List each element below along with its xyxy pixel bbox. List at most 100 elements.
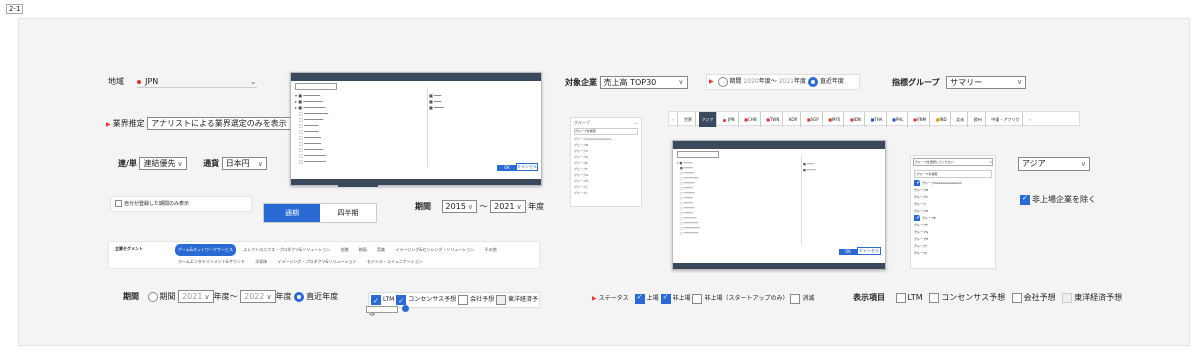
group-option[interactable]: グループAAAAAAAAAAAAA (914, 179, 992, 187)
segment-chip[interactable]: エレクトロニクス・プロダクツ&ソリューション (240, 244, 333, 256)
group-option[interactable]: グループB (914, 187, 992, 194)
tab-vnm[interactable]: ■VNM (910, 112, 931, 127)
tab-world[interactable]: 世界 (681, 112, 696, 127)
to-year-select[interactable]: 2021 ∨ (490, 200, 526, 213)
group-option[interactable]: グループI (914, 243, 992, 250)
status-listed-checkbox[interactable] (634, 293, 645, 304)
tab-twn[interactable]: ■TWN (763, 112, 784, 127)
segment-chip[interactable]: ホームエンタテインメント&サウンド (175, 256, 248, 268)
modal-header (291, 73, 541, 81)
company-forecast-checkbox[interactable] (458, 294, 469, 305)
tab-chn[interactable]: ■CHN (741, 112, 761, 127)
caret-right-icon: ▶ (592, 295, 597, 302)
group-item[interactable]: グループJ (574, 190, 638, 196)
segment-chip[interactable]: ゲーム&ネットワークサービス (175, 244, 236, 256)
display-company-checkbox[interactable] (1011, 292, 1022, 303)
period2-from-select[interactable]: 2021 ∨ (178, 290, 214, 303)
group-option[interactable]: グループG (914, 229, 992, 236)
segment-chip[interactable]: モバイル・コミュニケーション (364, 256, 426, 268)
segment-box: 主要セグメント ゲーム&ネットワークサービス エレクトロニクス・プロダクツ&ソリ… (108, 241, 540, 269)
group-search[interactable]: グループを検索 (574, 128, 638, 135)
group-option[interactable]: グループ (914, 201, 992, 208)
group-option[interactable]: グループH (914, 236, 992, 243)
indicator-label: 指標グループ (892, 78, 940, 87)
modal2-cancel-button[interactable]: キャンセル (857, 247, 881, 255)
group-dropdown-select[interactable]: グループを選択してください ∨ (913, 158, 993, 166)
display-consensus-checkbox[interactable] (929, 292, 940, 303)
group-option[interactable]: グループF (914, 222, 992, 229)
group-dropdown-search[interactable]: ⌕グループを検索 (914, 170, 992, 178)
period3-radio-latest[interactable] (807, 76, 818, 87)
region-value: JPN (145, 77, 159, 86)
region-select-2[interactable]: アジア ∨ (1018, 157, 1090, 171)
exclude-unlisted-checkbox[interactable] (1020, 194, 1030, 205)
info-icon[interactable] (402, 305, 409, 312)
tab-europe[interactable]: 欧州 (971, 112, 986, 127)
segment-chips: ゲーム&ネットワークサービス エレクトロニクス・プロダクツ&ソリューション 金融… (175, 244, 535, 268)
group-option[interactable]: グループC (914, 194, 992, 201)
period3-to[interactable]: 2021 (779, 78, 794, 85)
industry-filter: ▶業界推定 アナリストによる業界選定のみを表示∨ (106, 117, 306, 130)
tab-mea[interactable]: 中東・アフリカ (988, 112, 1024, 127)
segment-chip[interactable]: 音楽 (374, 244, 388, 256)
segment-chip[interactable]: イメージング・プロダクツ&ソリューション (274, 256, 359, 268)
display-ltm-checkbox[interactable] (895, 292, 906, 303)
only-mine-checkbox[interactable] (115, 200, 122, 207)
segment-chip[interactable]: 金融 (337, 244, 351, 256)
group-option[interactable]: グループJ (914, 250, 992, 257)
caret-right-icon: ▶ (709, 78, 714, 85)
industry-select[interactable]: アナリストによる業界選定のみを表示∨ (147, 117, 306, 130)
region-select[interactable]: JPN ⌄ (136, 77, 257, 88)
segment-chip[interactable]: イメージング&センシング・ソリューション (392, 244, 477, 256)
tabs-prev-icon[interactable]: « (669, 112, 679, 127)
chevron-down-icon: ∨ (266, 293, 272, 301)
consensus-checkbox[interactable] (396, 294, 407, 308)
flag-icon (136, 79, 141, 84)
group-option[interactable]: グループD (914, 208, 992, 215)
segment-chip[interactable]: 映画 (356, 244, 370, 256)
from-year-select[interactable]: 2015 ∨ (441, 200, 478, 213)
tab-ind[interactable]: ■IND (933, 112, 951, 127)
annual-tab[interactable]: 通期 (264, 204, 320, 222)
mini-select[interactable] (366, 306, 398, 313)
status-startup-checkbox[interactable] (692, 293, 703, 304)
group-option[interactable]: グループE (914, 214, 992, 222)
modal-cancel-button[interactable]: キャンセル (516, 163, 538, 171)
period2-to-select[interactable]: 2022 ∨ (240, 290, 276, 303)
tab-idn[interactable]: ■IDN (847, 112, 866, 127)
modal-tree: ▾ ■ ━━━━━━━ ▸ ■ ━━━━━━━━ ▸ ■ ━━━━━━━━━ □ ━… (295, 93, 329, 164)
period2-radio-latest[interactable] (294, 291, 305, 302)
consolidation-select[interactable]: 連結優先 ∨ (139, 157, 187, 170)
tab-tha[interactable]: ■THA (868, 112, 887, 127)
toyo-forecast-checkbox[interactable] (496, 294, 507, 305)
exclude-unlisted: 非上場企業を除く (1020, 194, 1096, 205)
tab-mys[interactable]: ■MYS (825, 112, 845, 127)
status-defunct-checkbox[interactable] (790, 293, 801, 304)
modal-search[interactable] (295, 83, 337, 90)
quarterly-tab[interactable]: 四半期 (320, 204, 376, 222)
category-modal-preview-2: ▾ ■ ━━━━━ ■ ━━━━━ □ ━━━━━━ □ ━━━━━━━━ □ … (672, 140, 886, 270)
tab-north-america[interactable]: 北米 (953, 112, 969, 127)
segment-chip[interactable]: その他 (482, 244, 500, 256)
tab-asia[interactable]: アジア (698, 112, 718, 127)
segment-chip[interactable]: 半導体 (252, 256, 270, 268)
period3-from[interactable]: 2020 (743, 78, 758, 85)
ltm-checkbox[interactable] (371, 294, 381, 308)
tab-phl[interactable]: ■PHL (889, 112, 908, 127)
period2-opt1: 期間 (159, 292, 176, 301)
period2-radio-range[interactable] (147, 291, 158, 302)
target-select[interactable]: 売上高 TOP30 ∨ (599, 76, 688, 89)
display-toyo-checkbox[interactable] (1062, 292, 1073, 303)
status-unlisted-checkbox[interactable] (660, 293, 671, 304)
currency-select[interactable]: 日本円 ∨ (221, 157, 267, 170)
modal-ok-button[interactable]: OK (497, 165, 517, 171)
period-range: 期間 2015 ∨ 〜 2021 ∨ 年度 (415, 200, 544, 213)
period3-radio-range[interactable] (717, 76, 728, 87)
tab-kor[interactable]: KOR (786, 112, 802, 127)
modal2-ok-button[interactable]: OK (839, 249, 857, 255)
tabs-next-icon[interactable]: » (1026, 112, 1034, 127)
tab-jpn[interactable]: JPN (720, 112, 739, 127)
indicator-select[interactable]: サマリー ∨ (946, 76, 1027, 89)
tab-sgp[interactable]: ■SGP (804, 112, 823, 127)
display-items: 表示項目 LTM コンセンサス予想 会社予想 東洋経済予想 (853, 292, 1123, 303)
